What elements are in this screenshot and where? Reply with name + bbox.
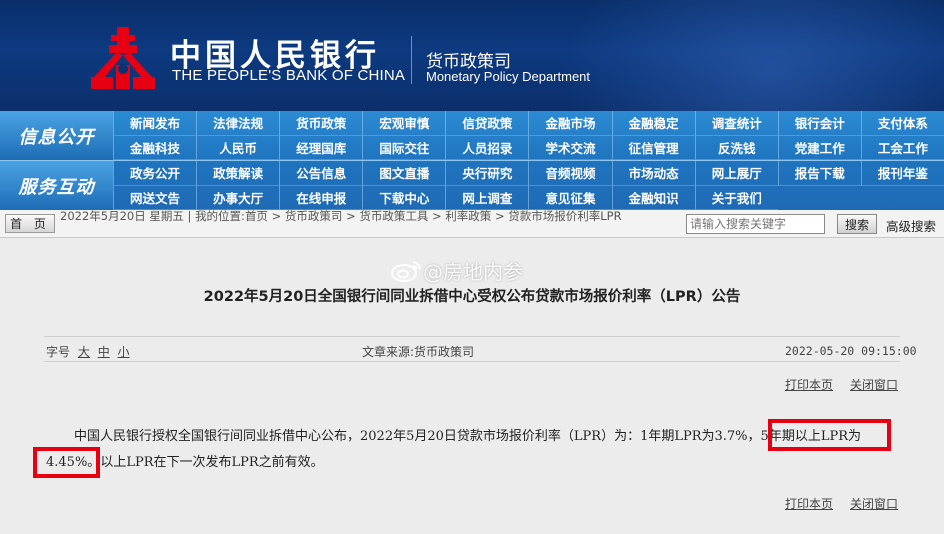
breadcrumb-item-interest-rate-policy[interactable]: 利率政策 [445,209,491,223]
breadcrumb-item-lpr[interactable]: 贷款市场报价利率LPR [508,209,621,223]
location-label: 我的位置: [195,209,245,223]
section-label-service: 服务互动 [0,161,113,210]
close-window-link[interactable]: 关闭窗口 [850,495,898,512]
nav-service-item[interactable]: 网送文告 [113,185,197,210]
nav-service-item[interactable]: 报刊年鉴 [860,161,944,186]
nav-info-item[interactable]: 工会工作 [860,135,944,160]
nav-service-item[interactable]: 办事大厅 [196,185,280,210]
nav-service-item[interactable]: 公告信息 [279,161,363,186]
nav-info-item[interactable]: 新闻发布 [113,111,197,136]
nav-service-item[interactable]: 网上展厅 [694,161,778,186]
search-button[interactable]: 搜索 [837,214,877,234]
advanced-search-link[interactable]: 高级搜索 [886,216,936,235]
breadcrumb-bar: 首 页 2022年5月20日 星期五 | 我的位置:首页 > 货币政策司 > 货… [0,209,944,238]
department-name-en: Monetary Policy Department [426,69,591,84]
breadcrumb-sep: > [271,209,285,223]
source-label: 文章来源: [362,345,415,359]
site-header: 中国人民银行 THE PEOPLE'S BANK OF CHINA 货币政策司 … [0,0,944,111]
highlight-box [33,447,100,478]
nav-info-item[interactable]: 宏观审慎 [362,111,446,136]
nav-info-item[interactable]: 金融稳定 [611,111,695,136]
body-text-part: 以上LPR在下一次发布LPR之前有效。 [100,455,324,470]
breadcrumb: 2022年5月20日 星期五 | 我的位置:首页 > 货币政策司 > 货币政策工… [60,209,680,224]
nav-info-item[interactable]: 人民币 [196,135,280,160]
article-title: 2022年5月20日全国银行间同业拆借中心受权公布贷款市场报价利率（LPR）公告 [203,289,741,305]
nav-service-item[interactable]: 报告下载 [777,161,861,186]
nav-info-item[interactable]: 征信管理 [611,135,695,160]
nav-service-item[interactable]: 政策解读 [196,161,280,186]
watermark: @房地内参 [389,256,523,285]
nav-info-item[interactable]: 法律法规 [196,111,280,136]
nav-service-item[interactable]: 关于我们 [694,185,778,210]
divider [44,361,900,362]
font-size-large[interactable]: 大 [78,345,90,359]
current-date: 2022年5月20日 星期五 [60,209,184,223]
highlight-box [768,419,891,451]
nav-service-item[interactable]: 图文直播 [362,161,446,186]
nav-info-item[interactable]: 经理国库 [279,135,363,160]
nav-info-item[interactable]: 党建工作 [777,135,861,160]
nav-service-item[interactable]: 政务公开 [113,161,197,186]
nav-service-item[interactable]: 音频视频 [528,161,612,186]
body-text-part: 中国人民银行授权全国银行间同业拆借中心公布，2022年5月20日贷款市场报价利率… [74,429,761,444]
nav-info-item[interactable]: 货币政策 [279,111,363,136]
nav-service-item[interactable]: 央行研究 [445,161,529,186]
nav-info-item[interactable]: 金融科技 [113,135,197,160]
nav-grid-service: 政务公开 政策解读 公告信息 图文直播 央行研究 音频视频 市场动态 网上展厅 报告下载 报刊年鉴… [113,161,944,210]
nav-service-item[interactable]: 意见征集 [528,185,612,210]
nav-info-item[interactable]: 学术交流 [528,135,612,160]
breadcrumb-sep: > [494,209,509,223]
publish-datetime: 2022-05-20 09:15:00 [785,344,917,358]
nav-service-item[interactable]: 金融知识 [611,185,695,210]
print-page-link[interactable]: 打印本页 [785,376,833,393]
article-source: 文章来源:货币政策司 [362,343,474,360]
font-size-small[interactable]: 小 [118,345,130,359]
font-size-medium[interactable]: 中 [98,345,110,359]
section-label-info: 信息公开 [0,111,113,160]
nav-service-item[interactable]: 在线申报 [279,185,363,210]
nav-service-item[interactable]: 网上调查 [445,185,529,210]
search-input[interactable] [686,214,825,234]
nav-info-item[interactable]: 银行会计 [777,111,861,136]
nav-grid-info: 新闻发布 法律法规 货币政策 宏观审慎 信贷政策 金融市场 金融稳定 调查统计 银行会计 支付体系… [113,111,944,160]
nav-service-item[interactable]: 市场动态 [611,161,695,186]
main-navigation: 信息公开 服务互动 新闻发布 法律法规 货币政策 宏观审慎 信贷政策 金融市场 金融稳定 调查… [0,111,944,210]
font-size-controls: 字号 大 中 小 [46,343,130,360]
nav-info-item[interactable]: 支付体系 [860,111,944,136]
nav-info-item[interactable]: 国际交往 [362,135,446,160]
source-value: 货币政策司 [414,345,475,359]
bank-name-en: THE PEOPLE'S BANK OF CHINA [172,67,406,84]
nav-info-item[interactable]: 金融市场 [528,111,612,136]
breadcrumb-sep: > [346,209,360,223]
nav-service-item[interactable]: 下载中心 [362,185,446,210]
weibo-icon [391,260,421,282]
watermark-text: @房地内参 [423,260,523,284]
header-divider [411,36,412,84]
nav-info-item[interactable]: 反洗钱 [694,135,778,160]
close-window-link[interactable]: 关闭窗口 [850,376,898,393]
header-glow [560,0,944,111]
font-size-label: 字号 [46,345,71,359]
home-button[interactable]: 首 页 [5,214,55,233]
breadcrumb-sep: | [187,209,196,223]
divider [44,336,900,337]
breadcrumb-item-home[interactable]: 首页 [245,209,268,223]
breadcrumb-item-monetary-policy-dept[interactable]: 货币政策司 [285,209,343,223]
pboc-logo-icon [91,27,155,89]
print-page-link[interactable]: 打印本页 [785,495,833,512]
nav-info-item[interactable]: 信贷政策 [445,111,529,136]
nav-info-item[interactable]: 调查统计 [694,111,778,136]
breadcrumb-item-policy-tools[interactable]: 货币政策工具 [359,209,428,223]
nav-info-item[interactable]: 人员招录 [445,135,529,160]
breadcrumb-sep: > [432,209,446,223]
